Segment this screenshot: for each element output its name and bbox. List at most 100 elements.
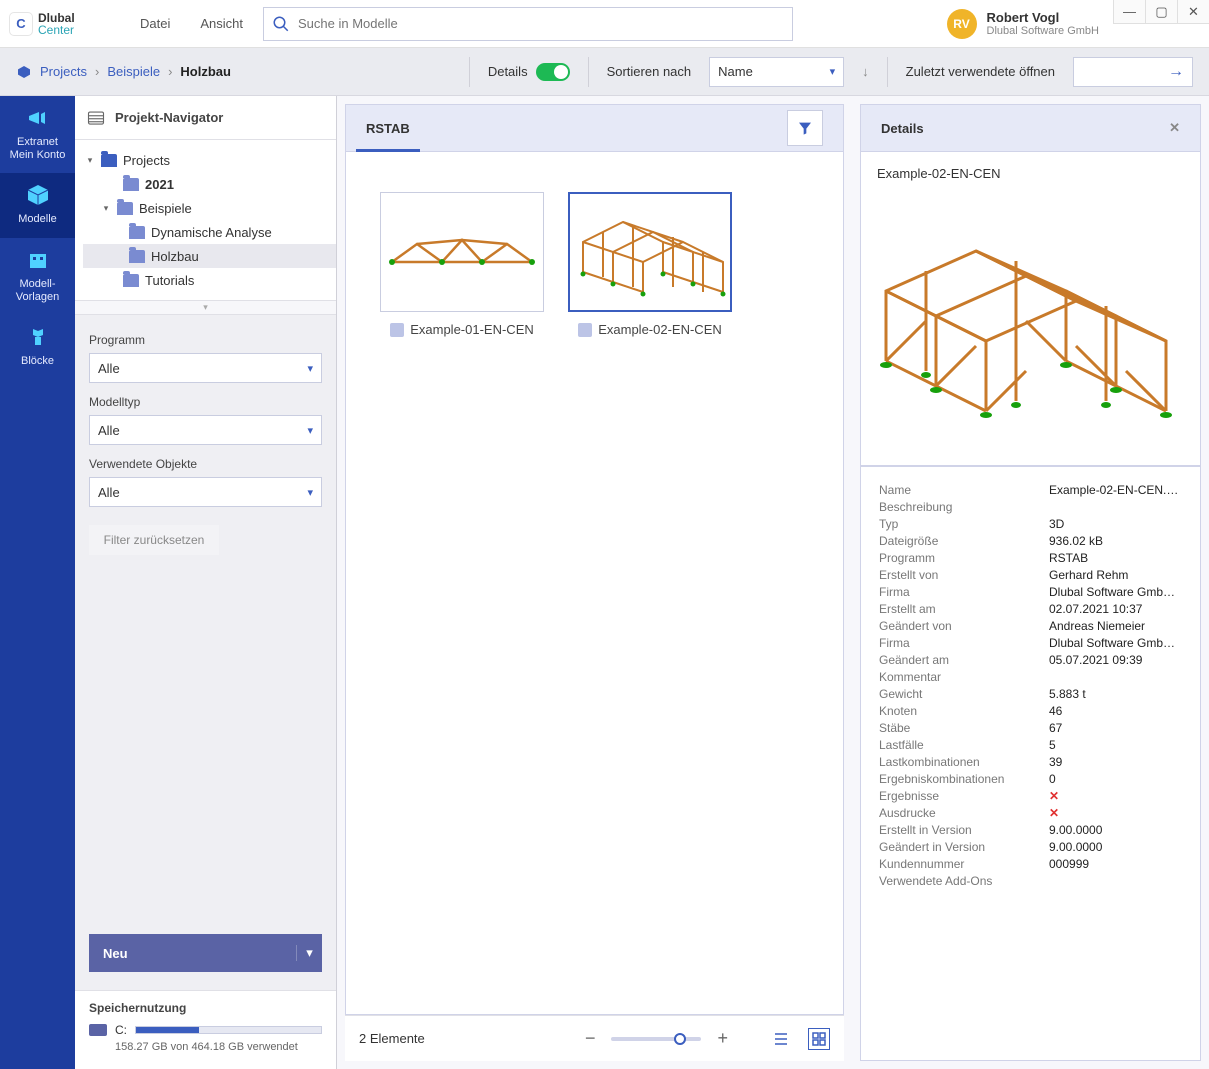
details-toggle-label: Details <box>488 64 528 79</box>
crumb-projects[interactable]: Projects <box>40 64 87 79</box>
chevron-right-icon: › <box>168 64 172 79</box>
filter-objekte-select[interactable]: Alle ▾ <box>89 477 322 507</box>
thumbnails: Example-01-EN-CEN <box>345 152 844 1015</box>
storage-bar <box>135 1026 322 1034</box>
filter-modelltyp-select[interactable]: Alle ▾ <box>89 415 322 445</box>
project-navigator-panel: Projekt-Navigator ▾ Projects 2021 ▾ Beis… <box>75 96 337 1069</box>
rail-bloecke[interactable]: Blöcke <box>0 315 75 380</box>
property-key: Verwendete Add-Ons <box>879 874 1049 888</box>
tree-row-beispiele[interactable]: ▾ Beispiele <box>83 196 336 220</box>
new-button[interactable]: Neu ▾ <box>89 934 322 972</box>
rail-vorlagen[interactable]: Modell- Vorlagen <box>0 238 75 315</box>
property-row: FirmaDlubal Software GmbH | Tief... <box>879 583 1182 600</box>
property-key: Gewicht <box>879 687 1049 701</box>
tree-row-2021[interactable]: 2021 <box>83 172 336 196</box>
chevron-down-icon: ▾ <box>307 486 313 499</box>
grid-view-button[interactable] <box>808 1028 830 1050</box>
tree-row-tutorials[interactable]: Tutorials <box>83 268 336 292</box>
zoom-in-button[interactable]: + <box>717 1028 728 1049</box>
model-icon <box>390 323 404 337</box>
model-thumb[interactable]: Example-02-EN-CEN <box>568 192 732 337</box>
list-view-button[interactable] <box>770 1028 792 1050</box>
funnel-icon <box>797 120 813 136</box>
minimize-button[interactable]: — <box>1113 0 1145 24</box>
property-key: Geändert am <box>879 653 1049 667</box>
close-window-button[interactable]: ✕ <box>1177 0 1209 24</box>
search-icon <box>264 15 298 33</box>
project-tree: ▾ Projects 2021 ▾ Beispiele Dynamische A… <box>75 140 336 301</box>
property-key: Ergebnisse <box>879 789 1049 803</box>
sort-direction-button[interactable]: ↓ <box>862 64 869 79</box>
filter-objekte-label: Verwendete Objekte <box>89 457 322 471</box>
chevron-down-icon: ▾ <box>307 424 313 437</box>
navigator-title: Projekt-Navigator <box>115 110 223 125</box>
recent-open-select[interactable]: → <box>1073 57 1193 87</box>
property-row: Ergebniskombinationen0 <box>879 770 1182 787</box>
property-row: Typ3D <box>879 515 1182 532</box>
property-value: Gerhard Rehm <box>1049 568 1182 582</box>
property-row: Stäbe67 <box>879 719 1182 736</box>
property-key: Knoten <box>879 704 1049 718</box>
maximize-button[interactable]: ▢ <box>1145 0 1177 24</box>
zoom-slider[interactable] <box>611 1037 701 1041</box>
property-value: 39 <box>1049 755 1182 769</box>
filter-button[interactable] <box>787 110 823 146</box>
truss-preview-icon <box>387 232 537 272</box>
filter-modelltyp-label: Modelltyp <box>89 395 322 409</box>
property-key: Erstellt in Version <box>879 823 1049 837</box>
menu-file[interactable]: Datei <box>140 16 170 31</box>
rail-extranet[interactable]: Extranet Mein Konto <box>0 96 75 173</box>
app-name: Dlubal <box>38 12 75 24</box>
collapse-icon[interactable]: ▾ <box>101 203 111 214</box>
tree-row-projects[interactable]: ▾ Projects <box>83 148 336 172</box>
property-row: Ausdrucke✕ <box>879 804 1182 821</box>
crumb-beispiele[interactable]: Beispiele <box>107 64 160 79</box>
rail-modelle[interactable]: Modelle <box>0 173 75 238</box>
tab-rstab[interactable]: RSTAB <box>366 105 410 151</box>
property-key: Erstellt am <box>879 602 1049 616</box>
property-row: Geändert vonAndreas Niemeier <box>879 617 1182 634</box>
chevron-down-icon: ▾ <box>830 65 836 78</box>
zoom-out-button[interactable]: − <box>585 1028 596 1049</box>
tree-row-holzbau[interactable]: Holzbau <box>83 244 336 268</box>
toolbar: Projects › Beispiele › Holzbau Details S… <box>0 48 1209 96</box>
storage-drive: C: <box>115 1023 127 1037</box>
folder-icon <box>123 274 139 287</box>
property-key: Typ <box>879 517 1049 531</box>
tree-row-dynamische[interactable]: Dynamische Analyse <box>83 220 336 244</box>
search-input[interactable] <box>298 8 792 40</box>
property-value: Andreas Niemeier <box>1049 619 1182 633</box>
property-row: Verwendete Add-Ons <box>879 872 1182 889</box>
property-key: Programm <box>879 551 1049 565</box>
model-thumb[interactable]: Example-01-EN-CEN <box>380 192 544 337</box>
app-logo: C Dlubal Center <box>0 12 120 36</box>
reset-filter-button[interactable]: Filter zurücksetzen <box>89 525 219 555</box>
property-value: 05.07.2021 09:39 <box>1049 653 1182 667</box>
property-row: Geändert am05.07.2021 09:39 <box>879 651 1182 668</box>
collapse-icon[interactable]: ▾ <box>85 155 95 166</box>
tree-splitter[interactable]: ▾ <box>75 301 336 315</box>
property-value: ✕ <box>1049 806 1182 820</box>
megaphone-icon <box>24 106 52 130</box>
breadcrumb-icon <box>16 64 32 80</box>
property-value: 9.00.0000 <box>1049 840 1182 854</box>
filter-programm-label: Programm <box>89 333 322 347</box>
storage-section: Speichernutzung C: 158.27 GB von 464.18 … <box>75 990 336 1069</box>
filters: Programm Alle ▾ Modelltyp Alle ▾ Verwend… <box>75 315 336 924</box>
chevron-down-icon[interactable]: ▾ <box>296 945 322 961</box>
folder-icon <box>101 154 117 167</box>
breadcrumb: Projects › Beispiele › Holzbau <box>16 64 231 80</box>
menu-view[interactable]: Ansicht <box>200 16 243 31</box>
filter-programm-select[interactable]: Alle ▾ <box>89 353 322 383</box>
nav-rail: Extranet Mein Konto Modelle Modell- Vorl… <box>0 96 75 1069</box>
sort-select[interactable]: Name ▾ <box>709 57 844 87</box>
building-icon <box>24 248 52 272</box>
property-value: 5 <box>1049 738 1182 752</box>
details-toggle[interactable] <box>536 63 570 81</box>
property-value: 46 <box>1049 704 1182 718</box>
property-row: FirmaDlubal Software GmbH | Tief... <box>879 634 1182 651</box>
property-value: 0 <box>1049 772 1182 786</box>
property-row: Erstellt vonGerhard Rehm <box>879 566 1182 583</box>
close-icon[interactable]: ✕ <box>1169 120 1180 136</box>
property-key: Firma <box>879 585 1049 599</box>
